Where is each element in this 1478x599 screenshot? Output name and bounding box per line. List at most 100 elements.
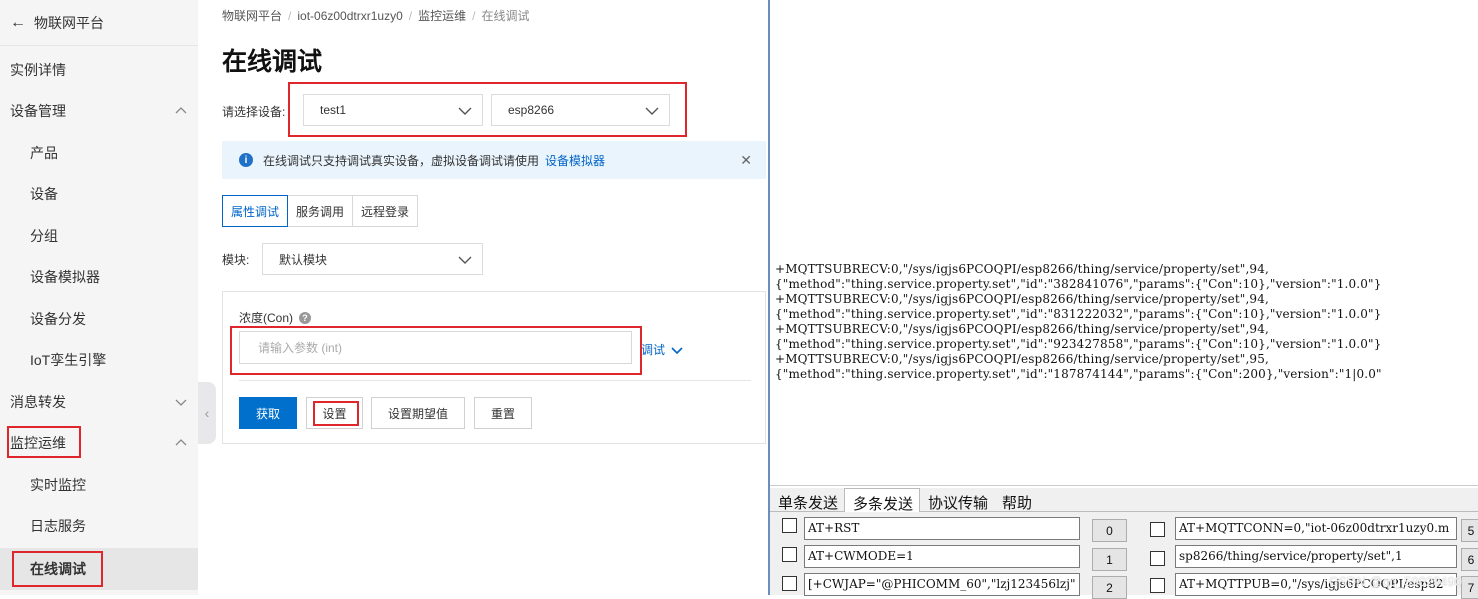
terminal-line: {"method":"thing.service.property.set","… bbox=[775, 277, 1382, 291]
debug-tabs: 属性调试 服务调用 远程登录 bbox=[222, 195, 419, 227]
terminal-line: +MQTTSUBRECV:0,"/sys/igjs6PCOQPI/esp8266… bbox=[775, 352, 1269, 366]
device-select-value: esp8266 bbox=[508, 103, 555, 117]
sidebar-item-iot-twin-engine[interactable]: IoT孪生引擎 bbox=[0, 341, 198, 379]
tab-service-call[interactable]: 服务调用 bbox=[287, 195, 354, 227]
sidebar-item-device-simulator[interactable]: 设备模拟器 bbox=[0, 258, 198, 296]
chevron-down-icon bbox=[458, 256, 472, 264]
chevron-left-icon: ‹ bbox=[204, 405, 210, 421]
tab-property-debug[interactable]: 属性调试 bbox=[222, 195, 289, 227]
reset-button[interactable]: 重置 bbox=[474, 397, 532, 429]
sidebar-item-online-debug[interactable]: 在线调试 bbox=[0, 548, 198, 590]
send-command-button[interactable]: 0 bbox=[1092, 519, 1127, 542]
sidebar-item-monitoring-ops[interactable]: 监控运维 bbox=[0, 424, 198, 462]
terminal-line: +MQTTSUBRECV:0,"/sys/igjs6PCOQPI/esp8266… bbox=[775, 322, 1269, 336]
device-select[interactable]: esp8266 bbox=[491, 94, 670, 126]
divider bbox=[239, 380, 751, 381]
sidebar-item-message-forwarding[interactable]: 消息转发 bbox=[0, 383, 198, 421]
breadcrumb-separator: / bbox=[408, 9, 413, 23]
command-field[interactable]: sp8266/thing/service/property/set",1 bbox=[1175, 545, 1457, 568]
tab-single-send[interactable]: 单条发送 bbox=[770, 488, 844, 512]
terminal-output[interactable]: +MQTTSUBRECV:0,"/sys/igjs6PCOQPI/esp8266… bbox=[770, 0, 1478, 486]
sidebar-item-instance-details[interactable]: 实例详情 bbox=[0, 51, 198, 89]
device-simulator-link[interactable]: 设备模拟器 bbox=[545, 152, 605, 169]
module-select[interactable]: 默认模块 bbox=[262, 243, 483, 275]
device-select-label: 请选择设备: bbox=[222, 105, 286, 119]
back-label: 物联网平台 bbox=[34, 14, 104, 31]
chevron-up-icon bbox=[175, 439, 187, 446]
send-command-button[interactable]: 6 bbox=[1461, 548, 1478, 571]
tab-help[interactable]: 帮助 bbox=[994, 488, 1038, 512]
send-command-button[interactable]: 2 bbox=[1092, 576, 1127, 599]
chevron-down-icon bbox=[458, 107, 472, 115]
tab-protocol-transfer[interactable]: 协议传输 bbox=[920, 488, 994, 512]
tab-multi-send[interactable]: 多条发送 bbox=[844, 488, 921, 513]
command-field[interactable]: AT+CWMODE=1 bbox=[804, 545, 1080, 568]
breadcrumb-item[interactable]: 物联网平台 bbox=[222, 9, 282, 23]
command-checkbox[interactable] bbox=[782, 576, 797, 591]
breadcrumb-item[interactable]: 监控运维 bbox=[418, 9, 466, 23]
terminal-tabs: 单条发送 多条发送 协议传输 帮助 bbox=[770, 488, 1478, 513]
back-button[interactable]: ← 物联网平台 bbox=[0, 0, 198, 46]
tab-label: 属性调试 bbox=[231, 204, 280, 219]
tab-remote-login[interactable]: 远程登录 bbox=[352, 195, 419, 227]
watermark: CSDN @qq_59029490 bbox=[1328, 574, 1462, 589]
sidebar-item-device-distribution[interactable]: 设备分发 bbox=[0, 300, 198, 338]
sidebar-item-label: 在线调试 bbox=[30, 561, 86, 577]
param-input[interactable] bbox=[239, 331, 632, 364]
back-arrow-icon: ← bbox=[10, 13, 26, 31]
breadcrumb: 物联网平台 / iot-06z00dtrxr1uzy0 / 监控运维 / 在线调试 bbox=[222, 7, 529, 24]
sidebar-item-label: 设备 bbox=[30, 186, 58, 202]
field-label-text: 浓度(Con) bbox=[239, 311, 294, 325]
breadcrumb-separator: / bbox=[288, 9, 292, 23]
sidebar-item-label: 设备管理 bbox=[10, 103, 66, 119]
info-notice: i 在线调试只支持调试真实设备，虚拟设备调试请使用 设备模拟器 ✕ bbox=[222, 141, 766, 179]
sidebar-item-label: 实时监控 bbox=[30, 477, 86, 493]
tab-label: 远程登录 bbox=[361, 204, 410, 219]
command-checkbox[interactable] bbox=[1150, 578, 1165, 593]
breadcrumb-item[interactable]: iot-06z00dtrxr1uzy0 bbox=[297, 9, 402, 23]
help-icon[interactable]: ? bbox=[299, 311, 312, 324]
sidebar-item-label: 产品 bbox=[30, 145, 58, 161]
sidebar-item-label: 设备模拟器 bbox=[30, 269, 100, 285]
sidebar-item-group[interactable]: 分组 bbox=[0, 217, 198, 255]
product-select[interactable]: test1 bbox=[303, 94, 483, 126]
property-panel: 浓度(Con) ? 调试 获取 设置 设置期望值 重置 bbox=[222, 291, 766, 444]
command-checkbox[interactable] bbox=[1150, 551, 1165, 566]
debug-dropdown[interactable]: 调试 bbox=[641, 341, 684, 358]
breadcrumb-current: 在线调试 bbox=[481, 9, 530, 23]
close-icon[interactable]: ✕ bbox=[740, 152, 752, 169]
chevron-down-icon bbox=[671, 346, 683, 354]
sidebar-item-device[interactable]: 设备 bbox=[0, 175, 198, 213]
sidebar-collapse-handle[interactable]: ‹ bbox=[198, 382, 216, 444]
info-icon: i bbox=[239, 153, 253, 167]
terminal-line: {"method":"thing.service.property.set","… bbox=[775, 307, 1382, 321]
breadcrumb-separator: / bbox=[472, 9, 476, 23]
sidebar-item-label: IoT孪生引擎 bbox=[30, 352, 107, 368]
notice-text: 在线调试只支持调试真实设备，虚拟设备调试请使用 bbox=[263, 153, 540, 168]
sidebar-item-realtime-monitoring[interactable]: 实时监控 bbox=[0, 466, 198, 504]
module-label: 模块: bbox=[222, 253, 250, 267]
set-button[interactable]: 设置 bbox=[306, 397, 363, 429]
terminal-line: +MQTTSUBRECV:0,"/sys/igjs6PCOQPI/esp8266… bbox=[775, 262, 1269, 276]
send-command-button[interactable]: 5 bbox=[1461, 519, 1478, 542]
command-checkbox[interactable] bbox=[782, 518, 797, 533]
send-command-button[interactable]: 1 bbox=[1092, 548, 1127, 571]
chevron-up-icon bbox=[175, 107, 187, 114]
sidebar-item-label: 分组 bbox=[30, 228, 58, 244]
command-checkbox[interactable] bbox=[1150, 522, 1165, 537]
command-field[interactable]: AT+MQTTCONN=0,"iot-06z00dtrxr1uzy0.m bbox=[1175, 517, 1457, 540]
field-label: 浓度(Con) ? bbox=[239, 309, 312, 326]
sidebar-item-device-management[interactable]: 设备管理 bbox=[0, 92, 198, 130]
command-field[interactable]: AT+RST bbox=[804, 517, 1080, 540]
sidebar-item-log-service[interactable]: 日志服务 bbox=[0, 507, 198, 545]
chevron-down-icon bbox=[175, 399, 187, 406]
command-field[interactable]: [+CWJAP="@PHICOMM_60","lzj123456lzj" bbox=[804, 573, 1080, 596]
sidebar-item-label: 实例详情 bbox=[10, 62, 66, 78]
set-expected-value-button[interactable]: 设置期望值 bbox=[371, 397, 465, 429]
module-select-value: 默认模块 bbox=[279, 252, 328, 267]
send-command-button[interactable]: 7 bbox=[1461, 576, 1478, 599]
get-button[interactable]: 获取 bbox=[239, 397, 297, 429]
sidebar-item-product[interactable]: 产品 bbox=[0, 134, 198, 172]
sidebar-item-label: 设备分发 bbox=[30, 311, 86, 327]
command-checkbox[interactable] bbox=[782, 547, 797, 562]
